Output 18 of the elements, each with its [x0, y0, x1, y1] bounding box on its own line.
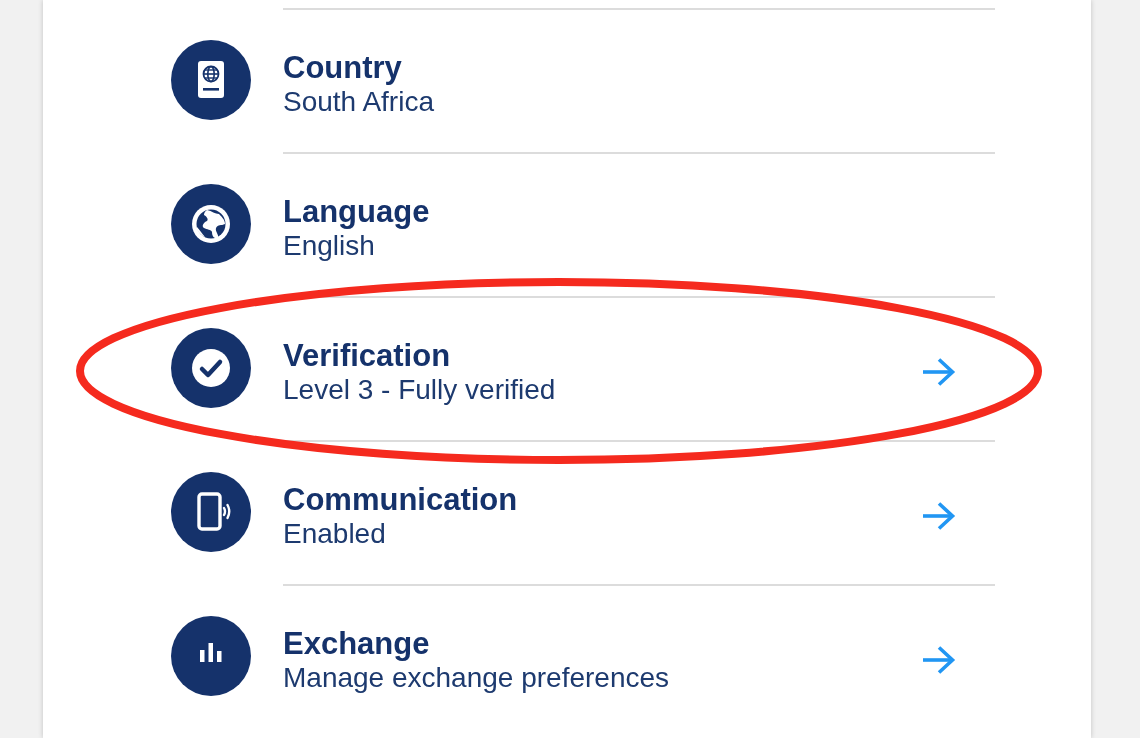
setting-title: Verification	[283, 337, 451, 373]
check-icon	[171, 328, 251, 408]
settings-row[interactable]: Communication Enabled	[283, 440, 995, 584]
setting-value: South Africa	[283, 85, 434, 119]
globe-icon	[171, 184, 251, 264]
bar-chart-icon	[171, 616, 251, 696]
setting-title: Exchange	[283, 625, 430, 661]
settings-row[interactable]: Verification Level 3 - Fully verified	[283, 296, 995, 440]
setting-title: Country	[283, 49, 402, 85]
setting-value: Manage exchange preferences	[283, 661, 670, 695]
setting-value: English	[283, 229, 375, 263]
setting-title: Communication	[283, 481, 518, 517]
phone-icon	[171, 472, 251, 552]
passport-icon	[171, 40, 251, 120]
setting-title: Language	[283, 193, 430, 229]
settings-row[interactable]: Exchange Manage exchange preferences	[283, 584, 995, 728]
setting-value: Enabled	[283, 516, 386, 551]
setting-value: Level 3 - Fully verified	[283, 372, 556, 407]
